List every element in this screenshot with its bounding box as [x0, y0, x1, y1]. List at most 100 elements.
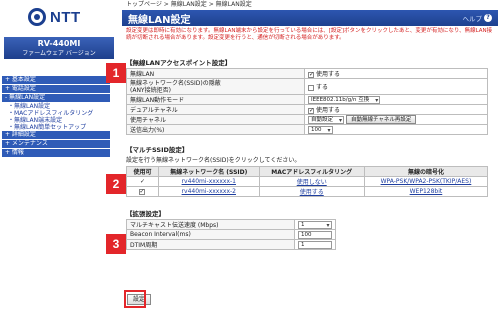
ssid-1-cell: rv440mi-xxxxxx-1	[158, 176, 260, 187]
ssid-2-link[interactable]: rv440mi-xxxxxx-2	[182, 188, 236, 195]
ssid-2-enc-cell: WEP128bit	[363, 186, 489, 197]
auto-channel-reset-button[interactable]: 自動無線チャネル再設定	[345, 115, 417, 124]
menu-phone[interactable]: + 電話設定	[2, 85, 110, 93]
value-wlan: 使用する	[304, 68, 488, 79]
row-dual: デュアルチャネル 使用する	[126, 104, 488, 115]
ssid-2-enabled	[126, 186, 159, 197]
col-ssid: 無線ネットワーク名 (SSID)	[158, 166, 260, 177]
ssid-2-checkbox[interactable]	[138, 188, 145, 195]
menu-info[interactable]: + 情報	[2, 149, 110, 157]
label-power: 送信出力(%)	[126, 124, 305, 135]
label-beacon: Beacon Interval(ms)	[126, 229, 295, 240]
model-banner: RV-440MI ファームウェア バージョン	[4, 37, 114, 59]
value-dual: 使用する	[304, 104, 488, 115]
ssid-1-enc-link[interactable]: WPA-PSK/WPA2-PSK(TKIP/AES)	[381, 178, 472, 185]
channel-select[interactable]: 自動設定	[308, 115, 345, 124]
label-channel: 使用チャネル	[126, 114, 305, 125]
ssid-2-cell: rv440mi-xxxxxx-2	[158, 186, 260, 197]
help-icon[interactable]: ?	[484, 14, 492, 22]
help-label[interactable]: ヘルプ	[463, 13, 483, 23]
ntt-logo: NTT	[28, 6, 81, 28]
label-multicast: マルチキャスト伝送速度 (Mbps)	[126, 219, 295, 230]
stealth-checkbox-label: する	[316, 84, 329, 91]
row-multicast: マルチキャスト伝送速度 (Mbps) 1	[126, 219, 336, 230]
multicast-select[interactable]: 1	[298, 220, 332, 229]
submenu-mac-filter[interactable]: ・MACアドレスフィルタリング	[2, 110, 110, 117]
row-power: 送信出力(%) 100	[126, 124, 488, 135]
wlan-checkbox-label: 使用する	[316, 71, 341, 78]
value-channel: 自動設定 自動無線チャネル再設定	[304, 114, 488, 125]
label-dtim: DTIM周期	[126, 239, 295, 250]
page-title: 無線LAN設定	[128, 14, 191, 26]
menu-advanced[interactable]: + 詳細設定	[2, 131, 110, 139]
label-dual: デュアルチャネル	[126, 104, 305, 115]
row-dtim: DTIM周期 1	[126, 239, 336, 250]
wlan-checkbox[interactable]	[308, 71, 314, 78]
section-ssid-title: 【マルチSSID設定】	[126, 146, 189, 154]
marker-3: 3	[106, 234, 126, 254]
row-stealth: 無線ネットワーク名(SSID)の隠蔽 (ANY接続拒否) する	[126, 78, 488, 95]
dual-checkbox[interactable]	[308, 107, 314, 114]
menu-wlan[interactable]: - 無線LAN設定	[2, 94, 110, 102]
submenu-wlan-settings[interactable]: ・無線LAN設定	[2, 103, 110, 110]
ntt-logo-icon	[28, 8, 46, 26]
main-content: トップページ > 無線LAN設定 > 無線LAN設定 無線LAN設定 ヘルプ ?…	[122, 0, 498, 320]
row-beacon: Beacon Interval(ms) 100	[126, 229, 336, 240]
ext-settings-table: マルチキャスト伝送速度 (Mbps) 1 Beacon Interval(ms)…	[126, 219, 336, 250]
row-channel: 使用チャネル 自動設定 自動無線チャネル再設定	[126, 114, 488, 125]
ap-settings-table: 無線LAN 使用する 無線ネットワーク名(SSID)の隠蔽 (ANY接続拒否) …	[126, 68, 488, 135]
ssid-1-enabled: ✓	[126, 176, 159, 187]
ssid-note: 設定を行う無線ネットワーク名(SSID)をクリックしてください。	[126, 157, 301, 164]
power-select[interactable]: 100	[308, 125, 333, 134]
ssid-2-mac-link[interactable]: 使用する	[300, 189, 324, 196]
col-enabled: 使用可	[126, 166, 159, 177]
label-stealth: 無線ネットワーク名(SSID)の隠蔽 (ANY接続拒否)	[126, 78, 305, 95]
side-menu: + 基本設定 + 電話設定 - 無線LAN設定 ・無線LAN設定 ・MACアドレ…	[2, 76, 110, 158]
menu-maintenance[interactable]: + メンテナンス	[2, 140, 110, 148]
stealth-checkbox[interactable]	[308, 84, 314, 91]
title-bar: 無線LAN設定 ヘルプ ?	[122, 10, 498, 26]
ssid-1-mac-cell: 使用しない	[258, 176, 365, 187]
marker-1: 1	[106, 63, 126, 83]
table-row: rv440mi-xxxxxx-2 使用する WEP128bit	[126, 186, 489, 197]
section-ap-title: 【無線LANアクセスポイント設定】	[126, 59, 232, 67]
menu-basic[interactable]: + 基本設定	[2, 76, 110, 84]
marker-2: 2	[106, 174, 126, 194]
submenu-wlan-device[interactable]: ・無線LAN端末設定	[2, 117, 110, 124]
dual-checkbox-label: 使用する	[316, 107, 341, 114]
dtim-input[interactable]: 1	[298, 240, 332, 249]
ssid-1-mac-link[interactable]: 使用しない	[297, 179, 327, 186]
left-sidebar: NTT RV-440MI ファームウェア バージョン + 基本設定 + 電話設定…	[0, 0, 120, 320]
ssid-2-enc-link[interactable]: WEP128bit	[410, 188, 443, 195]
label-mode: 無線LAN動作モード	[126, 94, 305, 105]
value-stealth: する	[304, 78, 488, 95]
table-row: ✓ rv440mi-xxxxxx-1 使用しない WPA-PSK/WPA2-PS…	[126, 176, 489, 187]
breadcrumb: トップページ > 無線LAN設定 > 無線LAN設定	[126, 1, 252, 8]
col-mac: MACアドレスフィルタリング	[258, 166, 365, 177]
model-name: RV-440MI	[37, 39, 81, 48]
beacon-input[interactable]: 100	[298, 230, 332, 239]
ssid-1-enc-cell: WPA-PSK/WPA2-PSK(TKIP/AES)	[363, 176, 489, 187]
row-mode: 無線LAN動作モード IEEE802.11b/g/n 互換	[126, 94, 488, 105]
firmware-label: ファームウェア バージョン	[22, 50, 96, 57]
ssid-2-mac-cell: 使用する	[258, 186, 365, 197]
value-beacon: 100	[294, 229, 336, 240]
check-icon: ✓	[139, 178, 146, 185]
submenu-wlan-easy-setup[interactable]: ・無線LAN簡単セットアップ	[2, 124, 110, 131]
ssid-1-link[interactable]: rv440mi-xxxxxx-1	[182, 178, 236, 185]
value-dtim: 1	[294, 239, 336, 250]
help-link[interactable]: ヘルプ ?	[463, 13, 492, 23]
value-multicast: 1	[294, 219, 336, 230]
logo-text: NTT	[50, 8, 81, 26]
ssid-header-row: 使用可 無線ネットワーク名 (SSID) MACアドレスフィルタリング 無線の暗…	[126, 166, 489, 177]
value-mode: IEEE802.11b/g/n 互換	[304, 94, 488, 105]
label-wlan: 無線LAN	[126, 68, 305, 79]
col-enc: 無線の暗号化	[363, 166, 489, 177]
description-text: 設定変更は即時に有効になります。無線LAN端末から設定を行っている場合には、[設…	[126, 28, 493, 41]
submit-highlight-box	[124, 290, 146, 308]
row-wlan: 無線LAN 使用する	[126, 68, 488, 79]
ssid-table: 使用可 無線ネットワーク名 (SSID) MACアドレスフィルタリング 無線の暗…	[126, 166, 489, 197]
value-power: 100	[304, 124, 488, 135]
mode-select[interactable]: IEEE802.11b/g/n 互換	[308, 95, 381, 104]
section-ext-title: 【拡張設定】	[126, 210, 165, 218]
